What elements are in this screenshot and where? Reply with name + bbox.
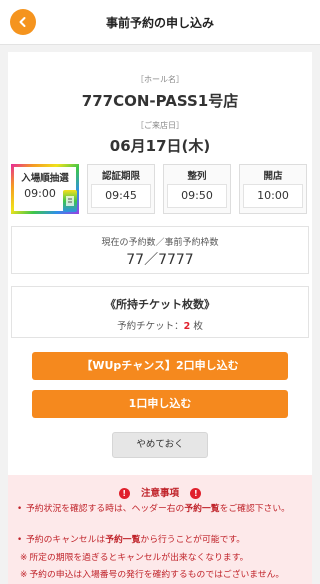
wup-apply-button[interactable]: 【WUpチャンス】2口申し込む — [32, 352, 288, 380]
app-header: 事前予約の申し込み — [0, 0, 320, 45]
schedule-label: 入場順抽選 — [21, 173, 69, 184]
note-mark-icon: ※ — [20, 570, 28, 580]
notice-item: • 予約状況を確認する時は、ヘッダー右の予約一覧をご確認下さい。 — [17, 502, 302, 516]
schedule-time: 09:45 — [91, 184, 151, 208]
schedule-open: 開店 10:00 — [239, 164, 307, 214]
schedule-lineup: 整列 09:50 — [163, 164, 231, 214]
tickets-title: 《所持チケット枚数》 — [105, 298, 215, 311]
notice-text: 所定の期限を過ぎるとキャンセルが出来なくなります。 — [29, 553, 249, 563]
schedule-label: 開店 — [263, 171, 283, 182]
notice-text: 予約状況を確認する時は、ヘッダー右の — [26, 504, 185, 514]
notice-text: をご確認下さい。 — [219, 504, 290, 514]
notice-heading: ! 注意事項 ! — [8, 485, 312, 499]
tickets-prefix: 予約チケット： — [117, 321, 184, 332]
tickets-panel: 《所持チケット枚数》 予約チケット：2 枚 — [11, 286, 309, 338]
reservation-count-value: 77／7777 — [126, 252, 194, 268]
hall-name: 777CON-PASS1号店 — [81, 92, 239, 110]
reservation-card: ［ホール名］ 777CON-PASS1号店 ［ご来店日］ 06月17日(木) 入… — [8, 52, 312, 584]
warning-icon: ! — [190, 488, 202, 499]
bullet-icon: • — [17, 504, 23, 514]
tickets-unit: 枚 — [190, 321, 203, 332]
warning-icon: ! — [118, 488, 130, 499]
notice-title: 注意事項 — [140, 488, 179, 499]
page-title: 事前予約の申し込み — [105, 16, 214, 30]
notice-text: 予約の申込は入場番号の発行を確約するものではございません。 — [29, 570, 285, 580]
schedule-lottery: 入場順抽選 09:00 — [11, 164, 79, 214]
schedule-time: 09:50 — [167, 184, 227, 208]
notice-item: ※ 予約の申込は入場番号の発行を確約するものではございません。 — [20, 568, 302, 582]
schedule-time: 10:00 — [243, 184, 303, 208]
single-apply-button[interactable]: 1口申し込む — [32, 390, 288, 418]
lottery-tag-icon — [63, 190, 77, 212]
hall-label: ［ホール名］ — [136, 75, 184, 84]
notice-item: ※ 所定の期限を過ぎるとキャンセルが出来なくなります。 — [20, 551, 302, 565]
note-mark-icon: ※ — [20, 553, 28, 563]
notice-panel: ! 注意事項 ! • 予約状況を確認する時は、ヘッダー右の予約一覧をご確認下さい… — [8, 475, 312, 584]
notice-text: から行うことが可能です。 — [140, 535, 246, 545]
notice-item: • 予約のキャンセルは予約一覧から行うことが可能です。 — [17, 533, 302, 547]
schedule-auth-deadline: 認証期限 09:45 — [87, 164, 155, 214]
visit-date: 06月17日(木) — [109, 137, 211, 155]
visit-date-label: ［ご来店日］ — [136, 121, 184, 130]
bullet-icon: • — [17, 535, 23, 545]
schedule-label: 認証期限 — [101, 171, 140, 182]
tickets-count-line: 予約チケット：2 枚 — [12, 318, 308, 332]
reservation-count-label: 現在の予約数／事前予約枠数 — [101, 238, 219, 248]
reservation-list-link[interactable]: 予約一覧 — [105, 535, 140, 545]
reservation-count-panel: 現在の予約数／事前予約枠数 77／7777 — [11, 226, 309, 274]
reservation-list-link[interactable]: 予約一覧 — [184, 504, 219, 514]
notice-text: 予約のキャンセルは — [26, 535, 106, 545]
schedule-time: 09:00 — [16, 183, 64, 207]
schedule-label: 整列 — [187, 171, 207, 182]
cancel-button[interactable]: やめておく — [112, 432, 208, 458]
